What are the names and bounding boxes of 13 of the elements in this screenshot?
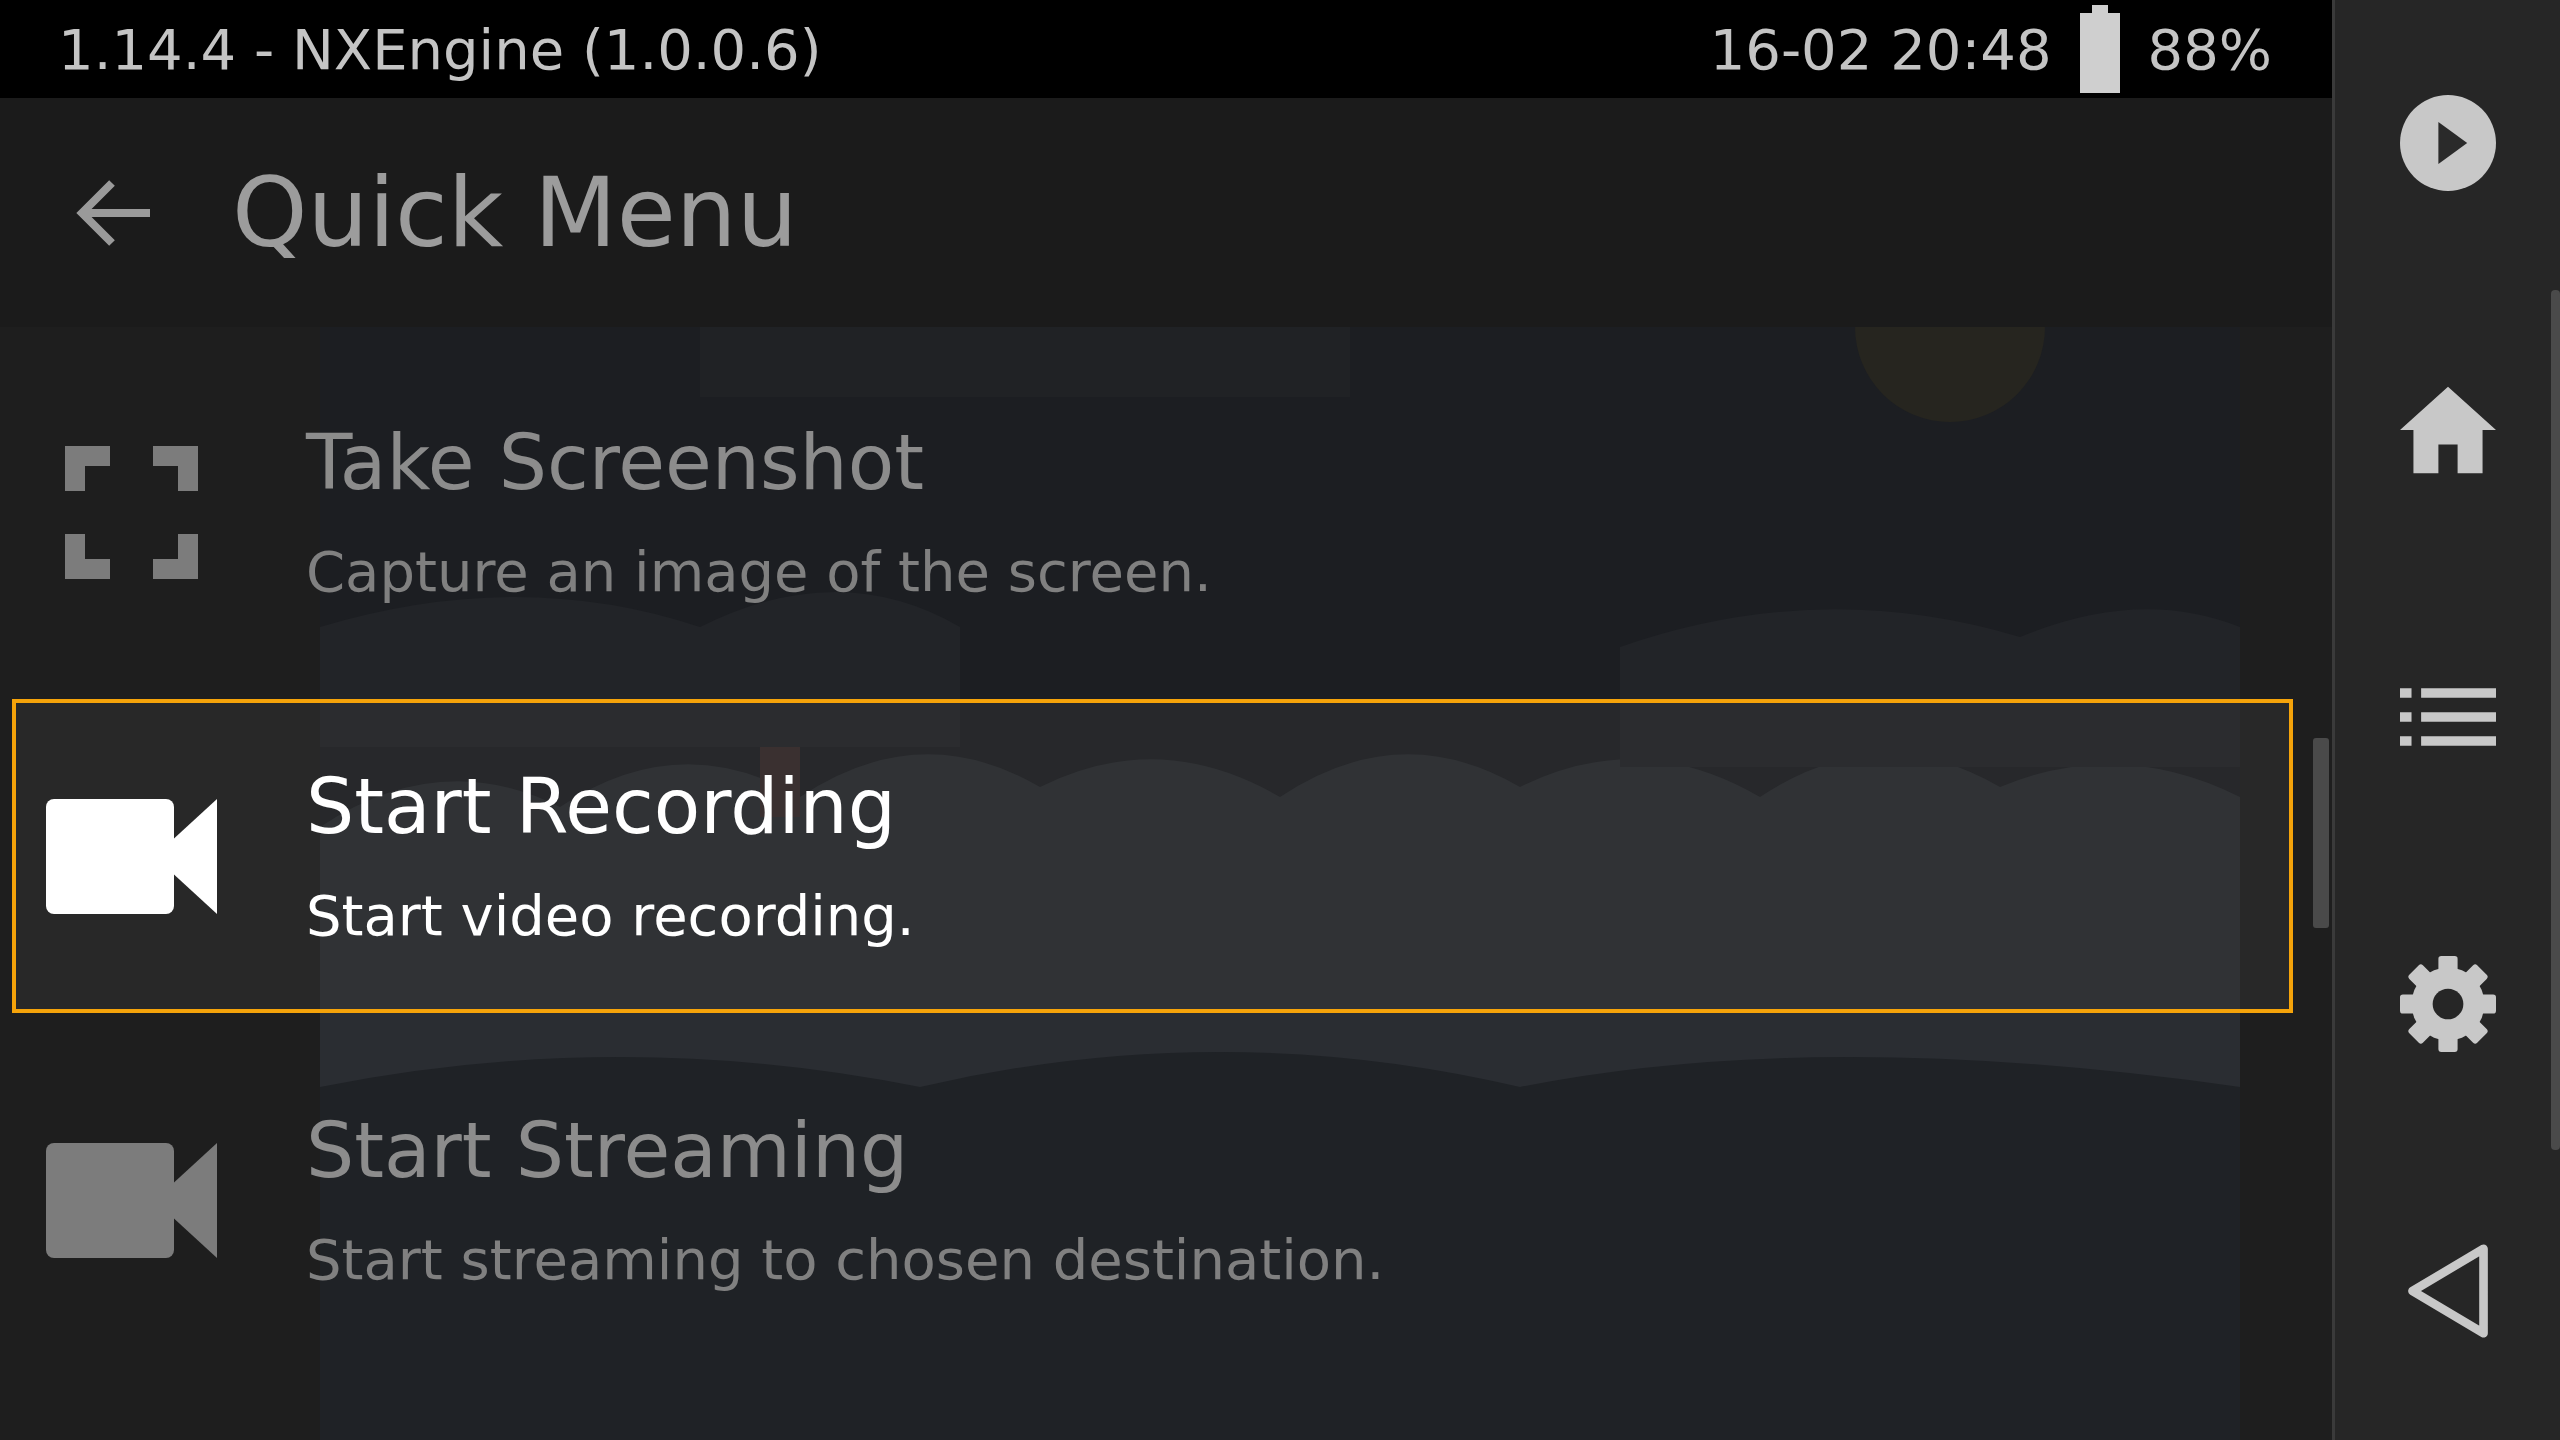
- item-description: Start streaming to chosen destination.: [306, 1229, 1385, 1291]
- item-description: Start video recording.: [306, 885, 915, 947]
- menu-item[interactable]: Start Streaming Start streaming to chosen destination.: [12, 1043, 2293, 1357]
- item-description: Capture an image of the screen.: [306, 541, 1212, 603]
- battery-percent: 88%: [2147, 16, 2272, 82]
- status-title: 1.14.4 - NXEngine (1.0.0.6): [58, 16, 822, 82]
- item-title: Take Screenshot: [306, 421, 925, 505]
- menu-title: Quick Menu: [232, 156, 798, 269]
- menu-item[interactable]: Start Recording Start video recording.: [12, 699, 2293, 1013]
- item-title: Start Streaming: [306, 1109, 910, 1193]
- clock: 16-02 20:48: [1709, 16, 2052, 82]
- menu-item[interactable]: Take Screenshot Capture an image of the screen.: [12, 355, 2293, 669]
- item-title: Start Recording: [306, 765, 897, 849]
